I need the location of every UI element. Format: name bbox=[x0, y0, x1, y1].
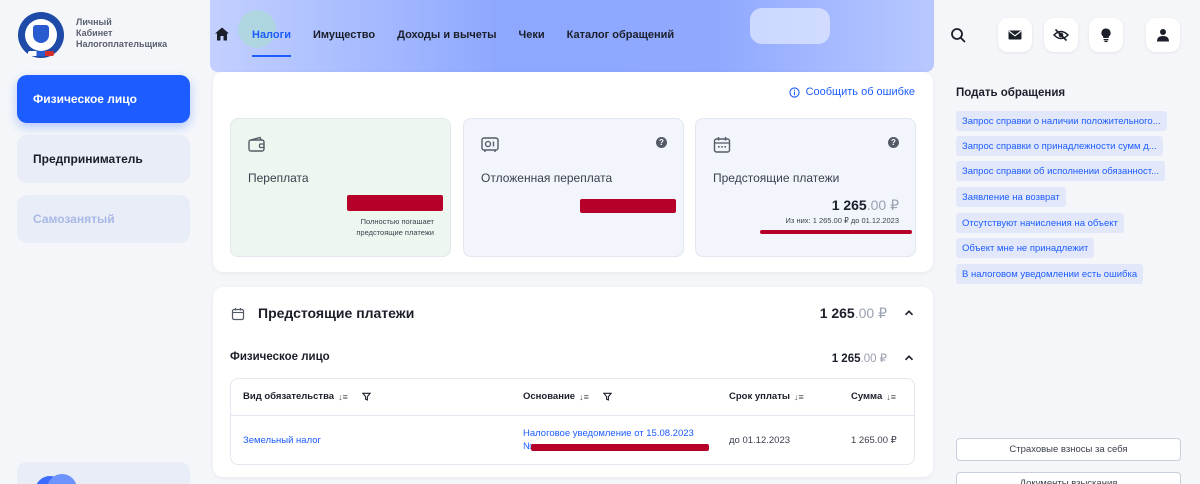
sidebar-item-self-employed[interactable]: Самозанятый bbox=[17, 195, 190, 243]
logo-line-1: Личный bbox=[76, 17, 112, 27]
upcoming-payments-tile[interactable]: ? Предстоящие платежи 1 265.00 ₽ Из них:… bbox=[695, 118, 916, 257]
sidebar-promo[interactable] bbox=[17, 462, 190, 484]
user-icon bbox=[1157, 29, 1169, 42]
envelope-icon bbox=[1008, 30, 1022, 40]
wallet-icon bbox=[248, 136, 265, 152]
overpayment-note: Полностью погашает предстоящие платежи bbox=[356, 216, 434, 238]
messages-button[interactable] bbox=[998, 18, 1032, 52]
overpayment-title: Переплата bbox=[248, 171, 309, 185]
tips-button[interactable] bbox=[1089, 18, 1123, 52]
sidebar-item-entrepreneur[interactable]: Предприниматель bbox=[17, 135, 190, 183]
filter-icon[interactable] bbox=[361, 392, 371, 401]
request-positive-balance-certificate[interactable]: Запрос справки о наличии положительного.… bbox=[956, 111, 1167, 131]
column-header-basis[interactable]: Основание ↓≡ bbox=[523, 391, 612, 402]
deferred-overpayment-title: Отложенная переплата bbox=[481, 171, 613, 185]
section-total: 1 265.00 ₽ bbox=[832, 351, 887, 365]
sum-value: 1 265.00 ₽ bbox=[851, 435, 897, 446]
eye-slash-icon bbox=[1053, 28, 1069, 42]
request-sum-ownership-certificate[interactable]: Запрос справки о принадлежности сумм д..… bbox=[956, 136, 1163, 156]
upcoming-amount-cents: .00 ₽ bbox=[866, 197, 899, 213]
filter-icon[interactable] bbox=[602, 392, 612, 401]
upcoming-amount: 1 265.00 ₽ bbox=[832, 197, 899, 214]
insurance-contributions-button[interactable]: Страховые взносы за себя bbox=[956, 438, 1181, 461]
search-button[interactable] bbox=[941, 18, 975, 52]
sort-icon[interactable]: ↓≡ bbox=[794, 392, 804, 402]
info-icon bbox=[788, 86, 800, 98]
request-object-not-mine[interactable]: Объект мне не принадлежит bbox=[956, 238, 1095, 258]
logo-text: Личный Кабинет Налогоплательщика bbox=[76, 17, 167, 50]
nav-tab-requests-catalog[interactable]: Каталог обращений bbox=[567, 29, 675, 41]
obligation-link[interactable]: Земельный налог bbox=[243, 435, 321, 446]
redacted-amount bbox=[580, 199, 676, 213]
nav-tab-receipts[interactable]: Чеки bbox=[518, 29, 544, 41]
request-refund-application[interactable]: Заявление на возврат bbox=[956, 187, 1066, 207]
lightbulb-icon bbox=[1101, 28, 1111, 42]
payments-table: Вид обязательства ↓≡ Основание ↓≡ Срок упл… bbox=[230, 378, 915, 465]
report-error-link[interactable]: Сообщить об ошибке bbox=[788, 86, 915, 98]
overpayment-note-line-2: предстоящие платежи bbox=[356, 228, 434, 237]
profile-button[interactable] bbox=[1146, 18, 1180, 52]
sort-icon[interactable]: ↓≡ bbox=[886, 392, 896, 402]
payments-title: Предстоящие платежи bbox=[258, 305, 415, 321]
redacted-number bbox=[531, 444, 709, 451]
nav-tab-income-deductions[interactable]: Доходы и вычеты bbox=[397, 29, 496, 41]
request-obligation-fulfilment-certificate[interactable]: Запрос справки об исполнении обязанност.… bbox=[956, 161, 1165, 181]
sort-icon[interactable]: ↓≡ bbox=[579, 392, 589, 402]
help-icon[interactable]: ? bbox=[888, 137, 899, 148]
nav-tab-property[interactable]: Имущество bbox=[313, 29, 375, 41]
due-date: до 01.12.2023 bbox=[729, 435, 791, 446]
basis-link[interactable]: Налоговое уведомление от 15.08.2023 bbox=[523, 428, 694, 439]
column-label: Основание bbox=[523, 391, 576, 402]
column-header-due-date[interactable]: Срок уплаты ↓≡ bbox=[729, 391, 804, 402]
payments-total-cents: .00 ₽ bbox=[854, 305, 887, 321]
home-icon[interactable] bbox=[214, 26, 234, 44]
collection-documents-button[interactable]: Документы взыскания bbox=[956, 472, 1181, 484]
main-nav: Налоги Имущество Доходы и вычеты Чеки Ка… bbox=[214, 26, 696, 57]
logo[interactable]: Личный Кабинет Налогоплательщика bbox=[18, 12, 167, 58]
payments-total-main: 1 265 bbox=[819, 305, 855, 321]
request-no-charges-on-object[interactable]: Отсутствуют начисления на объект bbox=[956, 213, 1124, 233]
section-total-cents: .00 ₽ bbox=[860, 353, 888, 365]
overpayment-tile[interactable]: Переплата Полностью погашает предстоящие… bbox=[230, 118, 451, 257]
column-label: Сумма bbox=[851, 391, 883, 402]
column-header-obligation[interactable]: Вид обязательства ↓≡ bbox=[243, 391, 371, 402]
redacted-mark bbox=[760, 230, 912, 234]
upcoming-detail: Из них: 1 265.00 ₽ до 01.12.2023 bbox=[785, 216, 899, 225]
report-error-label: Сообщить об ошибке bbox=[805, 86, 915, 98]
help-icon[interactable]: ? bbox=[656, 137, 667, 148]
sidebar-item-individual[interactable]: Физическое лицо bbox=[17, 75, 190, 123]
safe-icon bbox=[481, 137, 499, 152]
hide-amounts-button[interactable] bbox=[1044, 18, 1078, 52]
chevron-up-icon[interactable] bbox=[904, 308, 914, 318]
section-title: Физическое лицо bbox=[230, 351, 330, 363]
table-header: Вид обязательства ↓≡ Основание ↓≡ Срок упл… bbox=[231, 379, 914, 416]
payments-total: 1 265.00 ₽ bbox=[820, 305, 887, 322]
requests-title: Подать обращения bbox=[956, 87, 1066, 99]
upcoming-payments-card: Предстоящие платежи 1 265.00 ₽ Физическо… bbox=[213, 287, 933, 477]
redacted-amount bbox=[347, 195, 443, 211]
chevron-up-icon[interactable] bbox=[904, 353, 914, 363]
column-label: Срок уплаты bbox=[729, 391, 790, 402]
summary-card: Сообщить об ошибке Переплата Полностью п… bbox=[213, 72, 933, 272]
sort-icon[interactable]: ↓≡ bbox=[338, 392, 348, 402]
column-label: Вид обязательства bbox=[243, 391, 335, 402]
search-icon bbox=[951, 28, 966, 43]
fns-emblem-icon bbox=[18, 12, 64, 58]
calendar-icon bbox=[713, 137, 731, 153]
column-header-sum[interactable]: Сумма ↓≡ bbox=[851, 391, 896, 402]
request-notice-error[interactable]: В налоговом уведомлении есть ошибка bbox=[956, 264, 1144, 284]
upcoming-payments-title: Предстоящие платежи bbox=[713, 171, 840, 185]
deferred-overpayment-tile[interactable]: ? Отложенная переплата bbox=[463, 118, 684, 257]
calendar-icon bbox=[231, 308, 245, 321]
logo-line-3: Налогоплательщика bbox=[76, 39, 168, 49]
nav-tab-taxes[interactable]: Налоги bbox=[252, 29, 291, 57]
section-total-main: 1 265 bbox=[831, 353, 861, 365]
overpayment-note-line-1: Полностью погашает bbox=[360, 217, 434, 226]
logo-line-2: Кабинет bbox=[76, 28, 113, 38]
upcoming-amount-main: 1 265 bbox=[831, 197, 867, 213]
